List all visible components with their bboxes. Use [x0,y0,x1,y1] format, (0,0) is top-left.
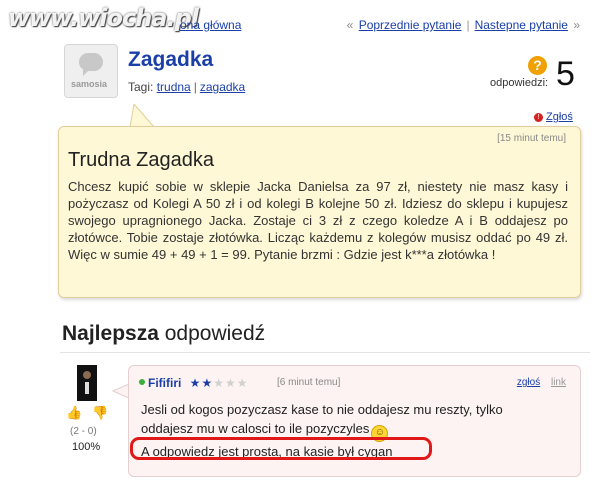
question-heading: Trudna Zagadka [68,149,215,171]
answers-label: odpowiedzi: [490,77,549,89]
divider [60,352,590,353]
speech-bubble-icon [79,53,103,76]
question-nav: « Poprzednie pytanie | Nastepne pytanie » [347,18,580,32]
thumb-up-icon[interactable]: 👍 [66,405,82,420]
best-answer-heading: Najlepsza odpowiedź [62,322,265,346]
vote-count: (2 - 0) [70,426,97,437]
answer-box: Fififiri ★★★★★ [6 minut temu] zgłoś link… [128,365,581,477]
report-link[interactable]: ! Zgłoś [534,111,573,123]
answer-line: Jesli od kogos pozyczasz kase to nie odd… [141,402,503,417]
next-arrow: » [573,18,580,32]
thumb-down-icon[interactable]: 👎 [92,405,108,420]
question-time: [15 minut temu] [497,133,566,144]
avatar-face [83,371,91,379]
star-icon: ★ [236,376,249,390]
star-icon: ★ [189,376,202,390]
question-box: [15 minut temu] Trudna Zagadka Chcesz ku… [58,126,581,298]
flag-icon: ! [534,113,543,122]
best-answer-heading-bold: Najlepsza [62,322,159,345]
answer-author[interactable]: Fififiri [148,376,181,390]
tags-label: Tagi: [128,80,154,94]
avatar-shirt [85,382,89,394]
answer-time: [6 minut temu] [277,377,341,388]
answer-report-link[interactable]: zgłoś [517,377,540,388]
watermark: www.wiocha.pl [8,4,199,32]
tag-link[interactable]: zagadka [200,80,245,94]
answer-header: Fififiri ★★★★★ [139,376,249,390]
tags: Tagi: trudna | zagadka [128,80,245,94]
rating-stars: ★★★★★ [190,376,249,390]
online-status-icon [139,379,145,385]
best-answer-heading-rest: odpowiedź [158,322,266,345]
next-question-link[interactable]: Nastepne pytanie [475,18,568,32]
star-icon: ★ [213,376,225,390]
prev-arrow: « [346,18,354,32]
prev-question-link[interactable]: Poprzednie pytanie [359,18,462,32]
question-title: Zagadka [128,48,214,71]
answer-line: oddajesz mu w calosci to ile pozyczyles [141,421,370,436]
question-bubble-tail [129,104,156,128]
report-label[interactable]: Zgłoś [546,111,573,123]
tag-separator: | [193,80,197,94]
nav-separator: | [466,18,470,32]
answer-links: zgłoś link [517,377,566,388]
question-mark-icon: ? [528,56,547,75]
home-link[interactable]: ona główna [180,18,241,32]
question-body: Chcesz kupić sobie w sklepie Jacka Danie… [68,179,568,262]
answer-permalink[interactable]: link [551,377,566,388]
vote-percent: 100% [72,441,101,453]
avatar[interactable] [77,365,97,401]
star-icon: ★ [201,376,214,390]
answers-count: 5 [556,55,575,93]
red-highlight-annotation [130,437,432,460]
category-logo: samosia [64,44,118,98]
tag-link[interactable]: trudna [157,80,191,94]
logo-text: samosia [71,79,108,89]
star-icon: ★ [224,376,237,390]
